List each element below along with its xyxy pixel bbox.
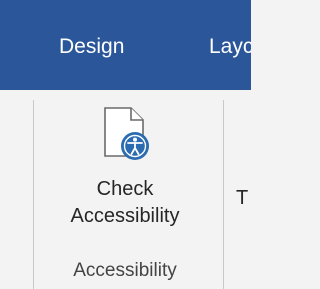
group-separator-left xyxy=(33,100,34,289)
check-accessibility-label-line1: Check xyxy=(96,178,154,200)
check-accessibility-label-line2: Accessibility xyxy=(70,205,180,227)
check-accessibility-button[interactable]: Check Accessibility xyxy=(40,94,210,242)
ribbon-tab-bar: Design Layc xyxy=(0,0,251,90)
tab-layout[interactable]: Layc xyxy=(209,34,251,60)
document-accessibility-icon xyxy=(104,107,149,160)
group-label-accessibility: Accessibility xyxy=(73,260,177,281)
group-separator-right xyxy=(223,100,224,289)
next-group-partial-label: T xyxy=(236,187,249,209)
ribbon-panel: Check Accessibility Accessibility T xyxy=(0,90,251,289)
tab-design[interactable]: Design xyxy=(59,34,124,60)
